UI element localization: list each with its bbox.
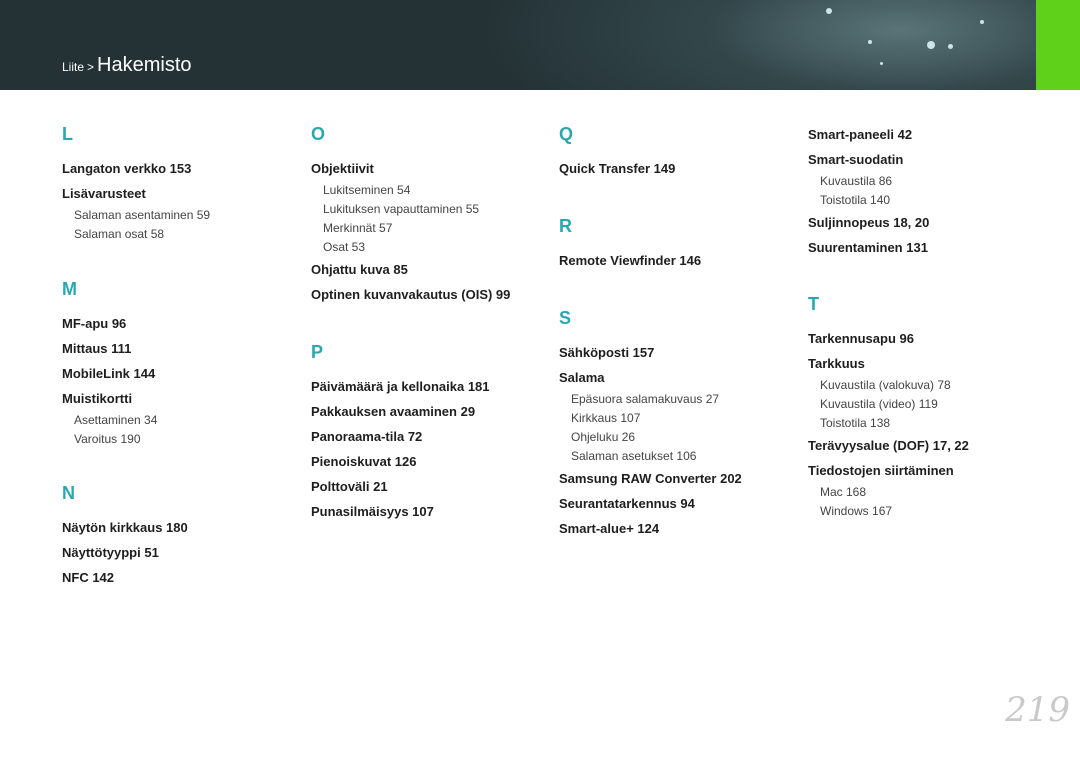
index-subentry[interactable]: Toistotila 138 bbox=[808, 414, 1048, 433]
index-entry[interactable]: Quick Transfer 149 bbox=[559, 156, 799, 181]
index-subentry[interactable]: Toistotila 140 bbox=[808, 191, 1048, 210]
index-entry[interactable]: MobileLink 144 bbox=[62, 361, 302, 386]
index-subentry[interactable]: Lukituksen vapauttaminen 55 bbox=[311, 200, 551, 219]
index-section: Q Quick Transfer 149 bbox=[559, 120, 799, 181]
breadcrumb: Liite > Hakemisto bbox=[62, 54, 192, 77]
index-section: S Sähköposti 157 Salama Epäsuora salamakuva… bbox=[559, 304, 799, 541]
index-section: L Langaton verkko 153 Lisävarusteet Salaman… bbox=[62, 120, 302, 244]
index-letter-heading: T bbox=[808, 294, 819, 314]
index-entry[interactable]: Näytön kirkkaus 180 bbox=[62, 515, 302, 540]
index-entry[interactable]: Langaton verkko 153 bbox=[62, 156, 302, 181]
index-entry[interactable]: Polttoväli 21 bbox=[311, 474, 551, 499]
decorative-light-dot bbox=[868, 40, 872, 44]
index-entry[interactable]: Tiedostojen siirtäminen bbox=[808, 458, 1048, 483]
index-letter-heading: S bbox=[559, 308, 572, 328]
index-section: N Näytön kirkkaus 180 Näyttötyyppi 51 NFC 1… bbox=[62, 479, 302, 590]
index-entry[interactable]: Seurantatarkennus 94 bbox=[559, 491, 799, 516]
index-subentry[interactable]: Lukitseminen 54 bbox=[311, 181, 551, 200]
index-entry[interactable]: Tarkennusapu 96 bbox=[808, 326, 1048, 351]
index-entry[interactable]: Objektiivit bbox=[311, 156, 551, 181]
index-entry[interactable]: Ohjattu kuva 85 bbox=[311, 257, 551, 282]
index-entry[interactable]: MF-apu 96 bbox=[62, 311, 302, 336]
decorative-light-dot bbox=[880, 62, 883, 65]
index-subentry[interactable]: Kirkkaus 107 bbox=[559, 409, 799, 428]
index-letter-heading: M bbox=[62, 279, 77, 299]
index-entry[interactable]: Salama bbox=[559, 365, 799, 390]
index-entry[interactable]: Panoraama-tila 72 bbox=[311, 424, 551, 449]
index-entry[interactable]: Muistikortti bbox=[62, 386, 302, 411]
index-section: M MF-apu 96 Mittaus 111 MobileLink 144 Muist… bbox=[62, 275, 302, 449]
decorative-light-dot bbox=[948, 44, 953, 49]
index-entry[interactable]: Näyttötyyppi 51 bbox=[62, 540, 302, 565]
index-subentry[interactable]: Kuvaustila (video) 119 bbox=[808, 395, 1048, 414]
page-title: Hakemisto bbox=[97, 54, 192, 76]
index-section: O Objektiivit Lukitseminen 54 Lukituksen va… bbox=[311, 120, 551, 307]
index-entry[interactable]: Smart-alue+ 124 bbox=[559, 516, 799, 541]
index-subentry[interactable]: Salaman osat 58 bbox=[62, 225, 302, 244]
index-section: Smart-paneeli 42 Smart-suodatin Kuvaustila… bbox=[808, 122, 1048, 260]
index-section: P Päivämäärä ja kellonaika 181 Pakkauksen … bbox=[311, 338, 551, 524]
index-entry[interactable]: Lisävarusteet bbox=[62, 181, 302, 206]
index-subentry[interactable]: Windows 167 bbox=[808, 502, 1048, 521]
index-entry[interactable]: Suurentaminen 131 bbox=[808, 235, 1048, 260]
index-entry[interactable]: Smart-suodatin bbox=[808, 147, 1048, 172]
index-entry[interactable]: Pienoiskuvat 126 bbox=[311, 449, 551, 474]
index-entry[interactable]: Punasilmäisyys 107 bbox=[311, 499, 551, 524]
index-subentry[interactable]: Varoitus 190 bbox=[62, 430, 302, 449]
index-letter-heading: P bbox=[311, 342, 324, 362]
index-section: T Tarkennusapu 96 Tarkkuus Kuvaustila (valo… bbox=[808, 290, 1048, 521]
index-entry[interactable]: Päivämäärä ja kellonaika 181 bbox=[311, 374, 551, 399]
page-header: Liite > Hakemisto bbox=[0, 0, 1036, 90]
index-letter-heading: N bbox=[62, 483, 75, 503]
page-number: 219 bbox=[1005, 690, 1070, 730]
index-entry[interactable]: Terävyysalue (DOF) 17, 22 bbox=[808, 433, 1048, 458]
index-subentry[interactable]: Mac 168 bbox=[808, 483, 1048, 502]
index-entry[interactable]: Mittaus 111 bbox=[62, 336, 302, 361]
index-subentry[interactable]: Osat 53 bbox=[311, 238, 551, 257]
index-letter-heading: R bbox=[559, 216, 572, 236]
breadcrumb-parent-link[interactable]: Liite bbox=[62, 60, 84, 74]
index-subentry[interactable]: Kuvaustila 86 bbox=[808, 172, 1048, 191]
index-entry[interactable]: Suljinnopeus 18, 20 bbox=[808, 210, 1048, 235]
chapter-tab[interactable] bbox=[1036, 0, 1080, 90]
index-letter-heading: L bbox=[62, 124, 73, 144]
decorative-light-dot bbox=[927, 41, 935, 49]
decorative-light-dot bbox=[826, 8, 832, 14]
index-subentry[interactable]: Merkinnät 57 bbox=[311, 219, 551, 238]
index-letter-heading: Q bbox=[559, 124, 574, 144]
index-section: R Remote Viewfinder 146 bbox=[559, 212, 799, 273]
index-subentry[interactable]: Asettaminen 34 bbox=[62, 411, 302, 430]
breadcrumb-separator: > bbox=[87, 60, 95, 74]
index-entry[interactable]: Smart-paneeli 42 bbox=[808, 122, 1048, 147]
index-entry[interactable]: Samsung RAW Converter 202 bbox=[559, 466, 799, 491]
index-subentry[interactable]: Epäsuora salamakuvaus 27 bbox=[559, 390, 799, 409]
index-entry[interactable]: Tarkkuus bbox=[808, 351, 1048, 376]
index-subentry[interactable]: Ohjeluku 26 bbox=[559, 428, 799, 447]
index-entry[interactable]: NFC 142 bbox=[62, 565, 302, 590]
index-entry[interactable]: Optinen kuvanvakautus (OIS) 99 bbox=[311, 282, 551, 307]
index-entry[interactable]: Remote Viewfinder 146 bbox=[559, 248, 799, 273]
index-entry[interactable]: Sähköposti 157 bbox=[559, 340, 799, 365]
index-subentry[interactable]: Kuvaustila (valokuva) 78 bbox=[808, 376, 1048, 395]
index-letter-heading: O bbox=[311, 124, 326, 144]
index-subentry[interactable]: Salaman asetukset 106 bbox=[559, 447, 799, 466]
index-entry[interactable]: Pakkauksen avaaminen 29 bbox=[311, 399, 551, 424]
index-subentry[interactable]: Salaman asentaminen 59 bbox=[62, 206, 302, 225]
decorative-light-dot bbox=[980, 20, 984, 24]
